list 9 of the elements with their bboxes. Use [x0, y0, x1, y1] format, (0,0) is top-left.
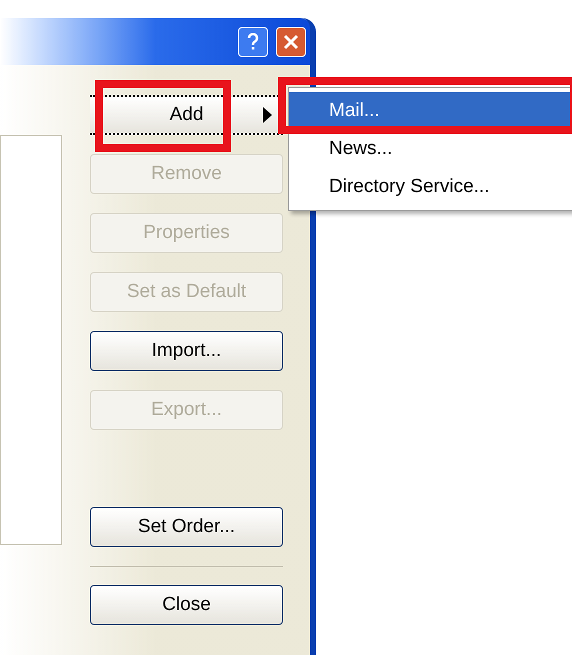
- help-button[interactable]: [238, 26, 268, 56]
- menu-item[interactable]: News...: [289, 130, 572, 168]
- dialog-button[interactable]: Import...: [90, 331, 283, 371]
- menu-item[interactable]: Directory Service...: [289, 168, 572, 206]
- question-mark-icon: [247, 32, 259, 50]
- close-dialog-button[interactable]: Close: [90, 585, 283, 625]
- close-icon: [283, 34, 299, 50]
- close-button[interactable]: [276, 26, 306, 56]
- dialog-button[interactable]: Set Order...: [90, 507, 283, 547]
